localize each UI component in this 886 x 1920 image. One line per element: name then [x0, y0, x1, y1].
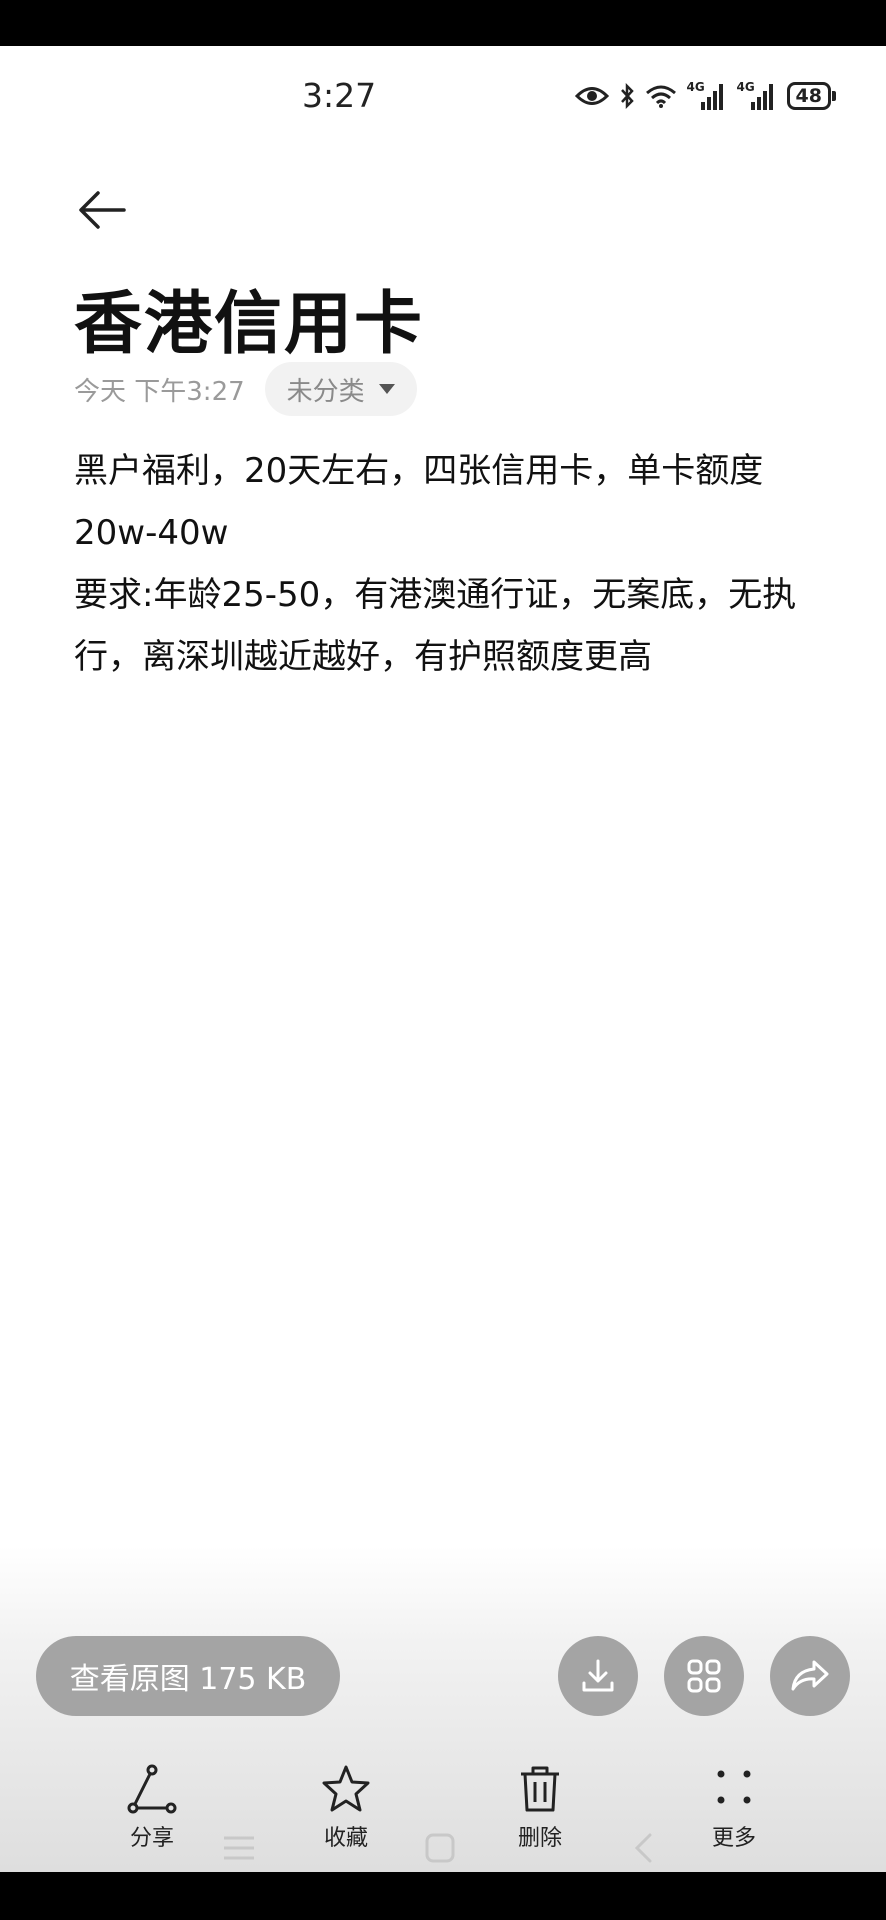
note-body-line: 黑户福利，20天左右，四张信用卡，单卡额度20w-40w — [74, 451, 764, 553]
nav-back-icon[interactable] — [632, 1832, 654, 1864]
download-icon — [582, 1659, 614, 1692]
battery-level: 48 — [786, 82, 831, 110]
signal-2: 4G — [737, 80, 777, 110]
note-meta: 今天 下午3:27 未分类 — [74, 362, 417, 416]
more-icon — [717, 1770, 751, 1804]
bluetooth-icon — [620, 83, 634, 109]
note-body[interactable]: 黑户福利，20天左右，四张信用卡，单卡额度20w-40w 要求:年龄25-50，… — [74, 440, 834, 688]
forward-button[interactable] — [770, 1636, 850, 1716]
status-bar: 3:27 4G 4G 48 — [0, 46, 886, 152]
grid-button[interactable] — [664, 1636, 744, 1716]
view-original-button[interactable]: 查看原图 175 KB — [36, 1636, 340, 1716]
home-icon[interactable] — [424, 1832, 456, 1864]
trash-icon — [521, 1766, 559, 1812]
wifi-icon — [645, 85, 676, 108]
back-arrow-icon — [79, 191, 126, 229]
eye-icon — [574, 87, 609, 105]
status-icons: 4G 4G 48 — [574, 80, 836, 110]
back-button[interactable] — [70, 178, 134, 242]
note-body-line: 要求:年龄25-50，有港澳通行证，无案底，无执行，离深圳越近越好，有护照额度更… — [74, 575, 797, 677]
status-time: 3:27 — [302, 76, 377, 115]
star-icon — [322, 1765, 370, 1812]
category-label: 未分类 — [286, 376, 365, 407]
menu-icon[interactable] — [222, 1834, 256, 1862]
grid-icon — [687, 1659, 721, 1693]
signal-1: 4G — [687, 80, 727, 110]
forward-icon — [791, 1660, 829, 1691]
download-button[interactable] — [558, 1636, 638, 1716]
battery-tip — [832, 91, 836, 101]
signal-bars-icon — [700, 84, 723, 110]
category-dropdown[interactable]: 未分类 — [264, 362, 417, 416]
dropdown-caret-icon — [378, 384, 395, 394]
battery-indicator: 48 — [786, 82, 836, 110]
signal-bars-icon — [750, 84, 773, 110]
note-title[interactable]: 香港信用卡 — [74, 268, 424, 367]
note-date: 今天 下午3:27 — [74, 376, 245, 407]
share-icon — [127, 1764, 177, 1814]
system-nav-bar — [0, 1826, 886, 1872]
note-screen: 3:27 4G 4G 48 香港信用卡 今天 下午3:27 未分类 黑户福利，2… — [0, 46, 886, 1872]
